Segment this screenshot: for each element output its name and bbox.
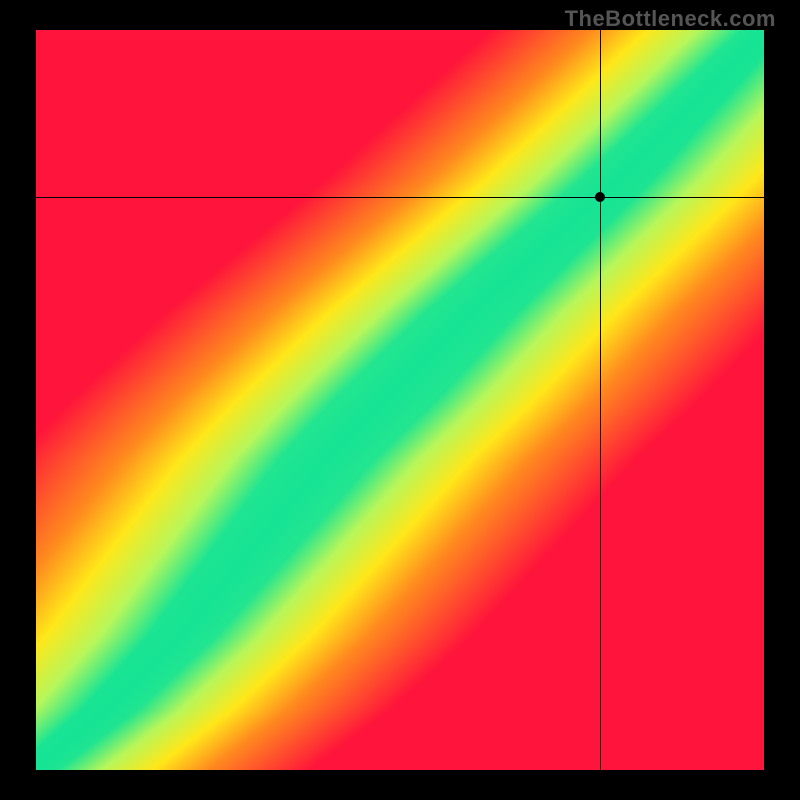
heatmap-plot (36, 30, 764, 770)
watermark-text: TheBottleneck.com (565, 6, 776, 32)
heatmap-canvas (36, 30, 764, 770)
chart-stage: TheBottleneck.com (0, 0, 800, 800)
